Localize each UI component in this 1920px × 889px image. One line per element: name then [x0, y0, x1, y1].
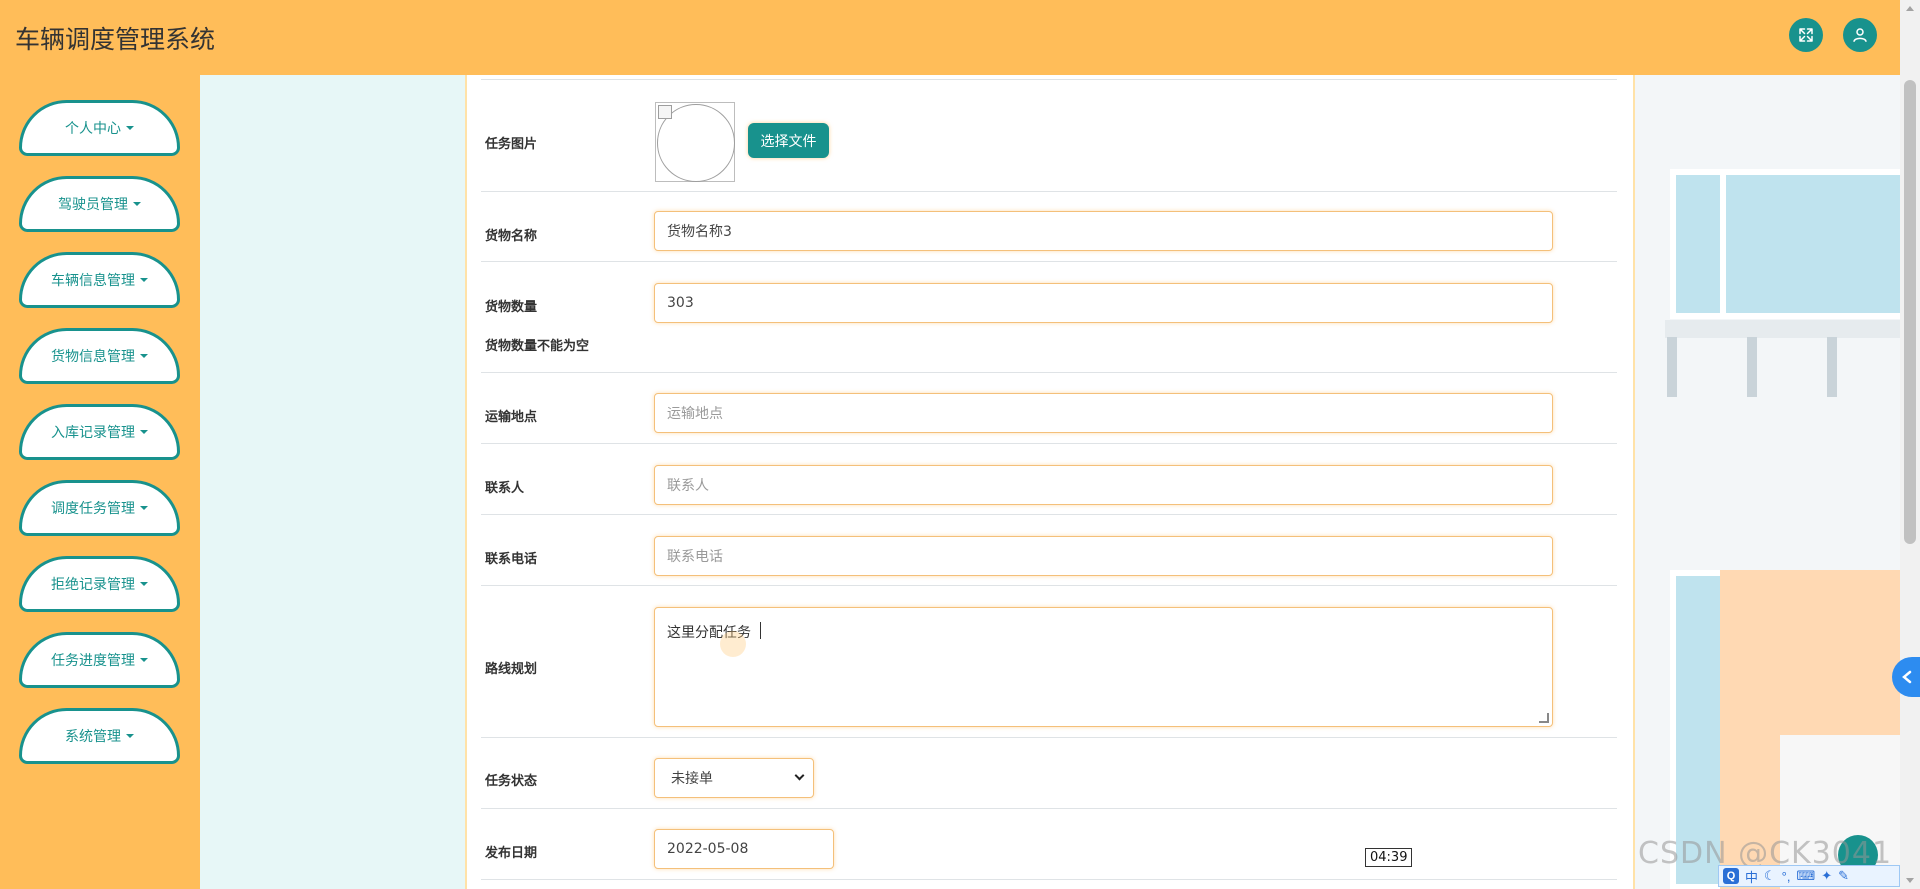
punctuation-icon[interactable]: °,	[1782, 869, 1791, 884]
route-textarea[interactable]: 这里分配任务	[654, 607, 1553, 727]
goods-name-input[interactable]: 货物名称3	[654, 211, 1553, 251]
goods-quantity-input[interactable]: 303	[654, 283, 1553, 323]
cursor-highlight	[720, 631, 746, 657]
label-date: 发布日期	[485, 846, 538, 861]
scroll-down-icon[interactable]	[1906, 878, 1914, 883]
caret-down-icon	[140, 582, 148, 586]
label-contact: 联系人	[485, 481, 525, 496]
caret-down-icon	[140, 658, 148, 662]
caret-down-icon	[126, 126, 134, 130]
page-scrollbar[interactable]	[1900, 0, 1920, 889]
chevron-left-icon	[1902, 670, 1912, 684]
sidebar-item-label: 货物信息管理	[51, 349, 135, 365]
sidebar-item-inbound-records[interactable]: 入库记录管理	[19, 404, 180, 460]
sidebar-item-reject-records[interactable]: 拒绝记录管理	[19, 556, 180, 612]
sidebar-item-driver-management[interactable]: 驾驶员管理	[19, 176, 180, 232]
label-route: 路线规划	[485, 662, 538, 677]
right-background-image	[1635, 75, 1900, 889]
sidebar-item-label: 驾驶员管理	[58, 197, 128, 213]
sidebar-item-label: 系统管理	[65, 729, 121, 745]
scroll-thumb[interactable]	[1904, 80, 1916, 544]
fullscreen-button[interactable]	[1789, 18, 1823, 52]
phone-input[interactable]: 联系电话	[654, 536, 1553, 576]
resize-handle-icon[interactable]	[1539, 713, 1549, 723]
expand-icon	[1799, 28, 1813, 42]
sidebar-item-label: 车辆信息管理	[51, 273, 135, 289]
sidebar-item-dispatch-tasks[interactable]: 调度任务管理	[19, 480, 180, 536]
label-phone: 联系电话	[485, 552, 538, 567]
sidebar-item-system-management[interactable]: 系统管理	[19, 708, 180, 764]
task-image-preview	[655, 102, 735, 182]
goods-quantity-error: 货物数量不能为空	[485, 339, 590, 354]
ime-logo-icon: Q	[1723, 868, 1739, 884]
label-goods-name: 货物名称	[485, 229, 538, 244]
sidebar-item-personal-center[interactable]: 个人中心	[19, 100, 180, 156]
form-row-date	[481, 809, 1617, 880]
sidebar-item-label: 入库记录管理	[51, 425, 135, 441]
left-background	[200, 75, 465, 889]
form-row-status	[481, 738, 1617, 809]
user-menu-button[interactable]	[1843, 18, 1877, 52]
sidebar-item-label: 任务进度管理	[51, 653, 135, 669]
contact-input[interactable]: 联系人	[654, 465, 1553, 505]
sidebar-item-label: 调度任务管理	[51, 501, 135, 517]
sidebar-item-task-progress[interactable]: 任务进度管理	[19, 632, 180, 688]
label-status: 任务状态	[485, 774, 538, 789]
tool-icon[interactable]: ✎	[1838, 868, 1849, 884]
ime-toolbar[interactable]: Q 中 ☾ °, ⌨ ✦ ✎	[1718, 865, 1900, 887]
label-task-image: 任务图片	[485, 137, 538, 152]
form-row-task-image	[481, 80, 1617, 192]
caret-down-icon	[140, 354, 148, 358]
video-time-tooltip: 04:39	[1365, 848, 1413, 867]
keyboard-icon[interactable]: ⌨	[1796, 868, 1815, 884]
label-location: 运输地点	[485, 410, 538, 425]
broken-image-icon	[658, 105, 672, 119]
caret-down-icon	[140, 430, 148, 434]
caret-down-icon	[133, 202, 141, 206]
sidebar-item-label: 个人中心	[65, 121, 121, 137]
moon-icon[interactable]: ☾	[1764, 868, 1776, 884]
location-input[interactable]: 运输地点	[654, 393, 1553, 433]
status-select[interactable]: 未接单	[654, 758, 814, 798]
choose-file-button[interactable]: 选择文件	[748, 123, 829, 158]
caret-down-icon	[140, 278, 148, 282]
settings-icon[interactable]: ✦	[1821, 868, 1832, 884]
sidebar-item-label: 拒绝记录管理	[51, 577, 135, 593]
sidebar-item-vehicle-info[interactable]: 车辆信息管理	[19, 252, 180, 308]
scroll-up-icon[interactable]	[1906, 6, 1914, 11]
caret-down-icon	[126, 734, 134, 738]
app-title: 车辆调度管理系统	[15, 25, 216, 54]
top-header: 车辆调度管理系统	[0, 0, 1900, 75]
label-goods-quantity: 货物数量	[485, 300, 538, 315]
sidebar-item-goods-info[interactable]: 货物信息管理	[19, 328, 180, 384]
chevron-down-icon	[794, 770, 805, 781]
caret-down-icon	[140, 506, 148, 510]
ime-language[interactable]: 中	[1745, 867, 1758, 886]
user-icon	[1853, 28, 1867, 42]
date-input[interactable]: 2022-05-08	[654, 829, 834, 869]
